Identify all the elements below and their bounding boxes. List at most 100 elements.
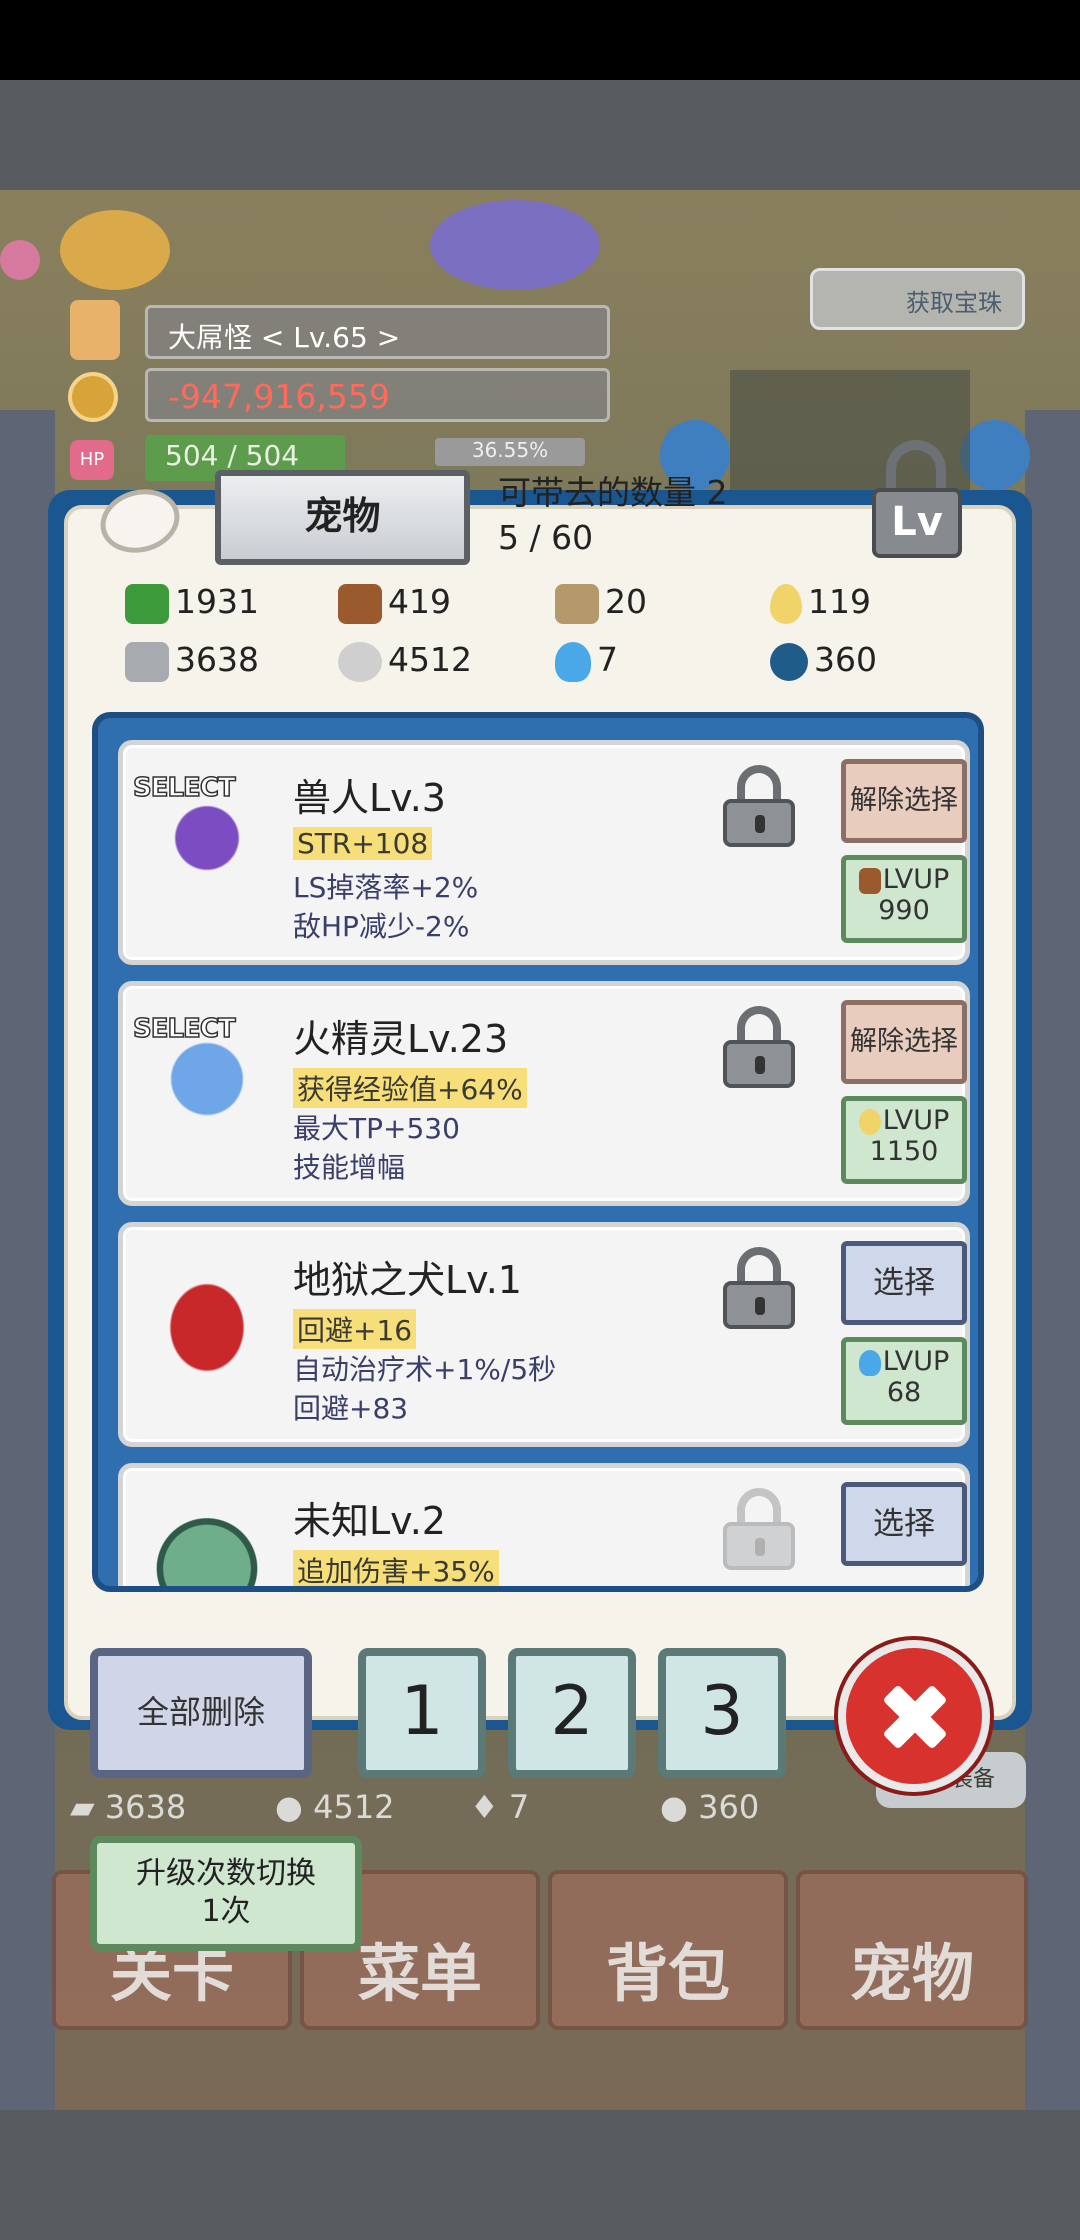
- behind-orb-value: 360: [698, 1788, 760, 1826]
- nav-pet[interactable]: 宠物: [796, 1870, 1028, 2030]
- resource-oil: 119: [770, 582, 871, 624]
- herb-icon: [125, 583, 169, 624]
- slot-1-button[interactable]: 1: [358, 1648, 486, 1778]
- exp-bar: 36.55%: [435, 438, 585, 466]
- pet-name: 地狱之犬Lv.1: [293, 1258, 522, 1302]
- panel-title: 宠物: [215, 470, 470, 565]
- pet-stat-2: LS掉落率+2%: [293, 871, 479, 904]
- pet-stat-3: 技能增幅: [293, 1151, 406, 1184]
- status-bar: [0, 0, 1080, 80]
- lavender-decoration: [430, 200, 600, 290]
- switch-value: 1次: [201, 1893, 251, 1929]
- blue-flame-icon: [555, 641, 591, 682]
- lvup-button[interactable]: LVUP 1150: [841, 1096, 967, 1184]
- player-avatar: [70, 300, 120, 360]
- player-name: 大屌怪 < Lv.65 >: [145, 305, 610, 359]
- lvup-label: LVUP: [882, 1346, 950, 1377]
- deselect-button[interactable]: 解除选择: [841, 759, 967, 843]
- select-tag: SELECT: [132, 772, 236, 804]
- pet-stat-2: 自动治疗术+1%/5秒: [293, 1353, 557, 1386]
- resource-value: 20: [605, 582, 647, 621]
- lock-level-button[interactable]: Lv: [872, 440, 972, 560]
- pet-name: 兽人Lv.3: [293, 776, 446, 820]
- lvup-label: LVUP: [882, 1105, 950, 1136]
- lvup-button[interactable]: LVUP 68: [841, 1337, 967, 1425]
- lock-icon[interactable]: [723, 1247, 795, 1329]
- top-band: [0, 80, 1080, 190]
- lock-icon[interactable]: [723, 1488, 795, 1570]
- close-button[interactable]: [838, 1640, 990, 1792]
- lvup-cost: 990: [878, 895, 930, 927]
- pet-stat-main: 追加伤害+35%: [293, 1550, 499, 1586]
- lvup-cost: 68: [886, 1377, 922, 1409]
- upgrade-count-switch-button[interactable]: 升级次数切换 1次: [90, 1836, 362, 1951]
- pet-stat-3: 敌HP减少-2%: [293, 910, 470, 943]
- select-button[interactable]: 选择: [841, 1241, 967, 1325]
- lvup-button[interactable]: LVUP 990: [841, 855, 967, 943]
- bottom-band: [0, 2110, 1080, 2240]
- resource-wood: 419: [338, 582, 451, 624]
- pet-stat-3: 回避+83: [293, 1392, 409, 1425]
- gold-amount: -947,916,559: [145, 368, 610, 422]
- slot-2-button[interactable]: 2: [508, 1648, 636, 1778]
- unknown-pet-image: [137, 1486, 277, 1586]
- behind-stone-value: 4512: [313, 1788, 395, 1826]
- pet-card[interactable]: 未知Lv.2 追加伤害+35% 选择: [118, 1463, 970, 1586]
- nav-bag[interactable]: 背包: [548, 1870, 788, 2030]
- flower-bush-decoration: [60, 210, 170, 290]
- pet-stat-2: 最大TP+530: [293, 1112, 460, 1145]
- resource-herb: 1931: [125, 582, 259, 624]
- resource-value: 119: [808, 582, 871, 621]
- behind-iron: ▰ 3638: [70, 1788, 187, 1826]
- delete-all-button[interactable]: 全部删除: [90, 1648, 312, 1778]
- resource-flame: 7: [555, 640, 618, 682]
- hellhound-pet-image: [137, 1245, 277, 1395]
- resource-stone: 4512: [338, 640, 472, 682]
- carry-count-label: 可带去的数量 2: [498, 473, 728, 512]
- select-button[interactable]: 选择: [841, 1482, 967, 1566]
- pet-name: 火精灵Lv.23: [293, 1017, 509, 1061]
- get-orb-button[interactable]: 获取宝珠: [810, 268, 1025, 330]
- deselect-button[interactable]: 解除选择: [841, 1000, 967, 1084]
- behind-orb: ● 360: [660, 1788, 760, 1826]
- behind-stone: ● 4512: [275, 1788, 395, 1826]
- left-wall: [0, 410, 55, 2110]
- pet-card[interactable]: SELECT 火精灵Lv.23 获得经验值+64% 最大TP+530 技能增幅 …: [118, 981, 970, 1206]
- pink-flower-decoration: [0, 240, 40, 280]
- lvup-cost: 1150: [869, 1136, 939, 1168]
- select-tag: SELECT: [132, 1013, 236, 1045]
- blue-orb-icon: [770, 642, 808, 681]
- resource-value: 360: [814, 640, 877, 679]
- resource-value: 1931: [175, 582, 259, 621]
- wood-icon: [858, 867, 881, 894]
- resource-value: 4512: [388, 640, 472, 679]
- pet-card[interactable]: SELECT 兽人Lv.3 STR+108 LS掉落率+2% 敌HP减少-2% …: [118, 740, 970, 965]
- resource-value: 419: [388, 582, 451, 621]
- stone-icon: [338, 641, 382, 682]
- pet-stat-main: 获得经验值+64%: [293, 1068, 527, 1108]
- pet-card[interactable]: 地狱之犬Lv.1 回避+16 自动治疗术+1%/5秒 回避+83 选择 LVUP…: [118, 1222, 970, 1447]
- pet-stat-main: 回避+16: [293, 1309, 417, 1349]
- hp-icon: HP: [70, 440, 114, 480]
- lock-icon[interactable]: [723, 765, 795, 847]
- lock-lv-label: Lv: [872, 488, 962, 558]
- lock-icon[interactable]: [723, 1006, 795, 1088]
- pet-list[interactable]: SELECT 兽人Lv.3 STR+108 LS掉落率+2% 敌HP减少-2% …: [92, 712, 984, 1592]
- behind-flame: ♦ 7: [470, 1788, 530, 1826]
- behind-iron-value: 3638: [104, 1788, 187, 1826]
- resource-plank: 20: [555, 582, 647, 624]
- slot-3-button[interactable]: 3: [658, 1648, 786, 1778]
- wood-icon: [338, 583, 382, 624]
- resource-value: 3638: [175, 640, 259, 679]
- switch-label: 升级次数切换: [136, 1856, 316, 1891]
- resource-orb: 360: [770, 640, 877, 681]
- oil-drop-icon: [858, 1108, 881, 1135]
- lvup-label: LVUP: [882, 864, 950, 895]
- pet-name: 未知Lv.2: [293, 1499, 446, 1543]
- behind-flame-value: 7: [508, 1788, 530, 1826]
- resource-iron: 3638: [125, 640, 259, 682]
- right-wall: [1025, 410, 1080, 2110]
- pet-count: 5 / 60: [498, 518, 594, 557]
- blue-flame-icon: [858, 1349, 881, 1376]
- oil-drop-icon: [770, 583, 802, 624]
